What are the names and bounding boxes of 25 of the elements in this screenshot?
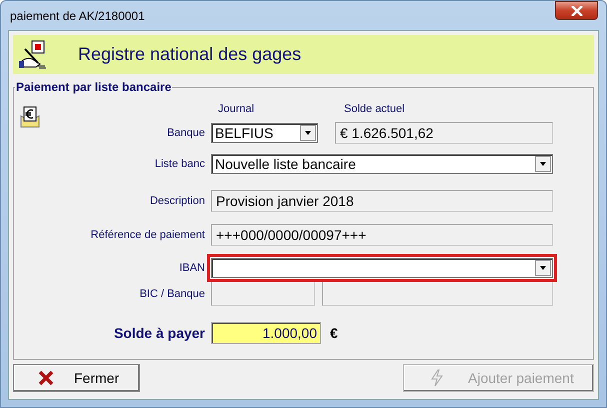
column-header: Journal xyxy=(218,103,256,116)
close-icon xyxy=(570,6,582,16)
currency-symbol: € xyxy=(330,325,338,341)
window-title: paiement de AK/2180001 xyxy=(10,8,145,22)
close-dialog-button[interactable]: Fermer xyxy=(13,364,140,392)
column-header: Solde actuel xyxy=(344,103,405,116)
field-label: Description xyxy=(148,195,205,207)
cross-icon xyxy=(38,370,54,386)
amount-field[interactable]: 1.000,00 xyxy=(211,322,321,344)
field-label: BIC / Banque xyxy=(138,288,205,300)
field-label: Référence de paiement xyxy=(90,229,205,241)
field-label: IBAN xyxy=(178,262,205,274)
dropdown-field[interactable] xyxy=(211,258,553,278)
group-title: Paiement par liste bancaire xyxy=(15,80,172,94)
lightning-icon xyxy=(430,369,444,387)
euro-envelope-icon xyxy=(19,106,41,128)
balance-field: € 1.626.501,62 xyxy=(335,122,553,144)
field-label: Liste banc xyxy=(154,158,205,170)
dropdown-field[interactable]: Nouvelle liste bancaire xyxy=(211,154,553,174)
field-label: Banque xyxy=(166,127,205,139)
hand-writing-icon xyxy=(18,40,48,70)
close-button[interactable] xyxy=(555,1,598,20)
bank-dropdown[interactable]: BELFIUS xyxy=(211,123,318,143)
balance-label: Solde à payer xyxy=(112,325,205,341)
banner-title: Registre national des gages xyxy=(78,44,302,65)
